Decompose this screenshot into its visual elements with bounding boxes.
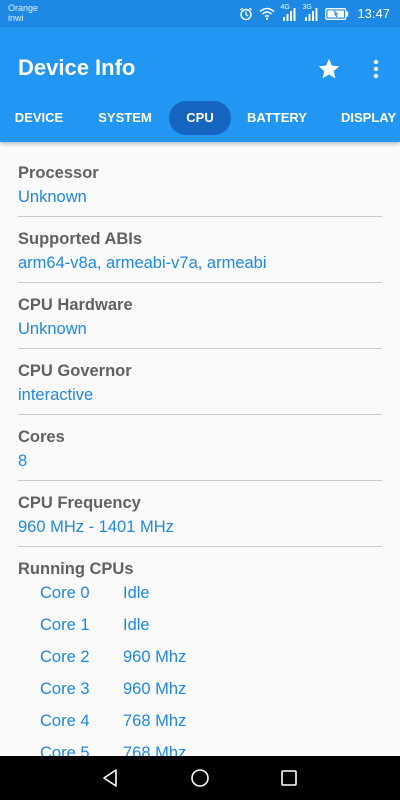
info-item-processor: Processor Unknown (18, 162, 382, 209)
info-item-cpu-hardware: CPU Hardware Unknown (18, 294, 382, 341)
tab-device[interactable]: DEVICE (0, 101, 78, 135)
signal-2-icon: 3G (302, 3, 319, 21)
info-item-running-cpus: Running CPUs (18, 558, 382, 580)
device-info-screen: Orange inwi 4G 3G 13:47 Device Info DEVI… (0, 0, 400, 800)
info-value: Unknown (18, 188, 87, 206)
status-bar: Orange inwi 4G 3G 13:47 (0, 0, 400, 27)
core-name: Core 5 (40, 744, 90, 756)
info-label: Cores (18, 428, 65, 446)
info-value: 8 (18, 452, 28, 470)
app-title: Device Info (18, 55, 136, 80)
core-status: 768 Mhz (123, 744, 187, 756)
core-status: 960 Mhz (123, 680, 187, 698)
status-icons: 4G 3G 13:47 (239, 3, 390, 22)
navigation-bar (0, 756, 400, 800)
info-value: arm64-v8a, armeabi-v7a, armeabi (18, 254, 267, 272)
info-label: CPU Governor (18, 362, 132, 380)
carrier-1: Orange (8, 3, 39, 13)
core-row: Core 2 960 Mhz (40, 645, 360, 669)
core-name: Core 4 (40, 712, 90, 730)
app-bar: Device Info DEVICE SYSTEM CPU BATTERY DI… (0, 27, 400, 142)
info-label: Processor (18, 164, 99, 182)
info-label: Supported ABIs (18, 230, 143, 248)
divider (18, 348, 382, 349)
info-item-cpu-governor: CPU Governor interactive (18, 360, 382, 407)
core-status: 768 Mhz (123, 712, 187, 730)
alarm-icon (239, 7, 253, 21)
tab-display[interactable]: DISPLAY (326, 101, 400, 135)
core-status: Idle (123, 584, 150, 602)
core-status: 960 Mhz (123, 648, 187, 666)
network-1-label: 4G (280, 3, 290, 11)
home-icon (191, 769, 209, 787)
core-row: Core 0 Idle (40, 581, 360, 605)
tab-cpu[interactable]: CPU (169, 101, 231, 135)
info-value: Unknown (18, 320, 87, 338)
divider (18, 282, 382, 283)
home-button[interactable] (188, 766, 212, 790)
tab-system[interactable]: SYSTEM (84, 101, 166, 135)
divider (18, 480, 382, 481)
signal-1-icon: 4G (280, 3, 297, 21)
info-value: 960 MHz - 1401 MHz (18, 518, 174, 536)
info-item-cores: Cores 8 (18, 426, 382, 473)
info-item-supported-abis: Supported ABIs arm64-v8a, armeabi-v7a, a… (18, 228, 382, 275)
info-label: CPU Frequency (18, 494, 141, 512)
core-name: Core 0 (40, 584, 90, 602)
info-label: CPU Hardware (18, 296, 133, 314)
core-name: Core 2 (40, 648, 90, 666)
battery-icon (325, 7, 349, 20)
divider (18, 414, 382, 415)
tab-bar: DEVICE SYSTEM CPU BATTERY DISPLAY (0, 99, 400, 139)
info-value: interactive (18, 386, 94, 404)
carrier-info: Orange inwi (8, 3, 38, 23)
favorite-button[interactable] (313, 53, 345, 85)
core-row: Core 3 960 Mhz (40, 677, 360, 701)
recents-button[interactable] (277, 766, 301, 790)
divider (18, 546, 382, 547)
wifi-icon (259, 7, 275, 20)
core-status: Idle (123, 616, 150, 634)
core-row: Core 5 768 Mhz (40, 741, 360, 756)
star-icon (318, 58, 340, 79)
core-row: Core 1 Idle (40, 613, 360, 637)
core-row: Core 4 768 Mhz (40, 709, 360, 733)
more-vert-icon (373, 59, 379, 79)
network-2-label: 3G (302, 3, 312, 11)
back-icon (103, 769, 117, 787)
info-item-cpu-frequency: CPU Frequency 960 MHz - 1401 MHz (18, 492, 382, 539)
tab-battery[interactable]: BATTERY (238, 101, 316, 135)
status-clock: 13:47 (357, 6, 390, 21)
recents-icon (281, 770, 297, 786)
back-button[interactable] (99, 766, 123, 790)
divider (18, 216, 382, 217)
core-name: Core 3 (40, 680, 90, 698)
carrier-2: inwi (8, 13, 24, 23)
overflow-menu-button[interactable] (362, 53, 390, 85)
info-label: Running CPUs (18, 560, 134, 578)
core-name: Core 1 (40, 616, 90, 634)
cpu-info-list[interactable]: Processor Unknown Supported ABIs arm64-v… (0, 142, 400, 756)
